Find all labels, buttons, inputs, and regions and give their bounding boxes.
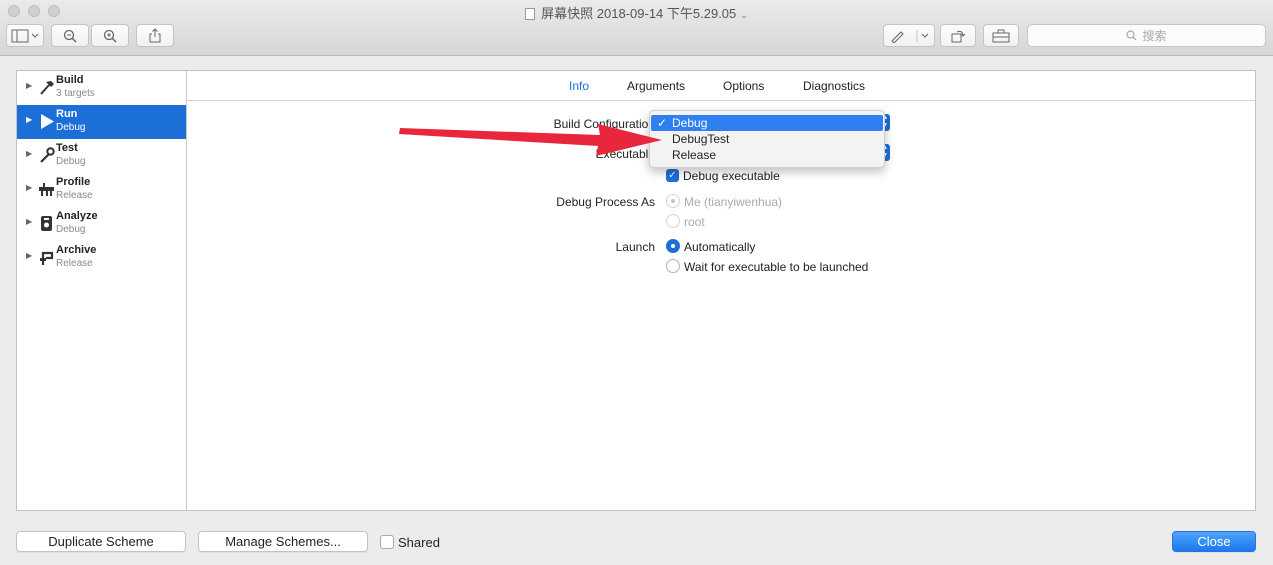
zoom-in-icon [103,29,117,43]
sidebar-item-sub: Debug [56,156,86,167]
rotate-button[interactable] [940,24,976,47]
pen-icon [891,29,929,43]
launch-wait-label: Wait for executable to be launched [684,260,869,274]
share-button[interactable] [136,24,174,47]
sidebar-item-test[interactable]: ▶ Test Debug [17,139,186,173]
sidebar-item-name: Test [56,142,78,154]
zoom-in-button[interactable] [91,24,129,47]
disclosure-triangle-icon[interactable]: ▶ [26,149,32,158]
sidebar-item-name: Run [56,108,78,120]
menu-item-release[interactable]: Release [651,147,883,163]
debug-process-root-radio[interactable] [666,214,680,228]
sidebar-item-archive[interactable]: ▶ Archive Release [17,241,186,275]
wrench-icon [38,146,55,164]
search-field[interactable]: 搜索 [1027,24,1266,47]
menu-item-debugtest[interactable]: DebugTest [651,131,883,147]
build-configuration-menu: ✓ Debug DebugTest Release [649,110,885,168]
launch-automatically-radio[interactable] [666,239,680,253]
disclosure-triangle-icon[interactable]: ▶ [26,183,32,192]
scheme-action-sidebar: ▶ Build 3 targets ▶ Run Debug ▶ Test Deb… [17,71,187,510]
document-icon [525,8,536,20]
sidebar-item-name: Build [56,74,84,86]
search-icon [1126,30,1137,41]
share-icon [149,28,161,43]
sidebar-item-analyze[interactable]: ▶ Analyze Debug [17,207,186,241]
shared-checkbox[interactable] [380,535,394,549]
close-button[interactable]: Close [1172,531,1256,552]
menu-item-label: Debug [672,116,708,130]
disclosure-triangle-icon[interactable]: ▶ [26,115,32,124]
sidebar-item-name: Profile [56,176,91,188]
search-placeholder: 搜索 [1142,29,1167,43]
debug-process-root-label: root [684,215,705,229]
menu-item-debug[interactable]: ✓ Debug [651,115,883,131]
sidebar-item-sub: Release [56,258,93,269]
menu-item-label: DebugTest [672,132,730,146]
checkmark-icon: ✓ [657,116,668,130]
launch-label: Launch [615,240,655,254]
tab-arguments[interactable]: Arguments [627,79,685,93]
markup-button[interactable] [883,24,935,47]
debug-process-me-label: Me (tianyiwenhua) [684,195,783,209]
shared-label: Shared [398,535,440,550]
debug-executable-checkbox[interactable]: ✓ [666,169,679,182]
disclosure-triangle-icon[interactable]: ▶ [26,251,32,260]
rotate-icon [951,30,966,42]
disclosure-triangle-icon[interactable]: ▶ [26,217,32,226]
launch-automatically-label: Automatically [684,240,756,254]
sidebar-toggle-button[interactable] [6,24,44,47]
play-icon [38,112,55,130]
archive-icon [38,248,55,266]
sidebar-item-name: Archive [56,244,97,256]
disclosure-triangle-icon[interactable]: ▶ [26,81,32,90]
tab-diagnostics[interactable]: Diagnostics [803,79,865,93]
manage-schemes-button[interactable]: Manage Schemes... [198,531,368,552]
window-title-area[interactable]: 屏幕快照 2018-09-14 下午5.29.05 ⌄ [0,3,1273,22]
sidebar-item-run[interactable]: ▶ Run Debug [17,105,186,139]
toolbox-button[interactable] [983,24,1019,47]
tab-info[interactable]: Info [569,79,589,93]
duplicate-scheme-button[interactable]: Duplicate Scheme [16,531,186,552]
sidebar-item-build[interactable]: ▶ Build 3 targets [17,71,186,105]
launch-wait-radio[interactable] [666,259,680,273]
scheme-editor-sheet: ▶ Build 3 targets ▶ Run Debug ▶ Test Deb… [16,70,1256,511]
debug-executable-label: Debug executable [683,169,780,183]
sidebar-item-sub: 3 targets [56,88,95,99]
title-bar: 屏幕快照 2018-09-14 下午5.29.05 ⌄ 搜索 [0,0,1273,56]
analyze-icon [38,214,55,232]
sidebar-item-sub: Debug [56,224,86,235]
sidebar-icon [11,29,39,42]
tab-bar: Info Arguments Options Diagnostics [187,71,1255,101]
debug-process-as-label: Debug Process As [556,195,655,209]
menu-item-label: Release [672,148,717,162]
tab-options[interactable]: Options [723,79,764,93]
toolbox-icon [992,29,1010,42]
build-configuration-label: Build Configuration [553,117,655,131]
sidebar-item-sub: Debug [56,122,86,133]
zoom-out-button[interactable] [51,24,89,47]
sidebar-item-name: Analyze [56,210,98,222]
chevron-down-icon: ⌄ [740,10,748,20]
hammer-icon [38,78,55,96]
gauge-icon [38,180,55,198]
sidebar-item-profile[interactable]: ▶ Profile Release [17,173,186,207]
debug-process-me-radio[interactable] [666,194,680,208]
sidebar-item-sub: Release [56,190,93,201]
zoom-out-icon [63,29,77,43]
window-title: 屏幕快照 2018-09-14 下午5.29.05 [541,6,737,21]
executable-label: Executable [595,147,655,161]
